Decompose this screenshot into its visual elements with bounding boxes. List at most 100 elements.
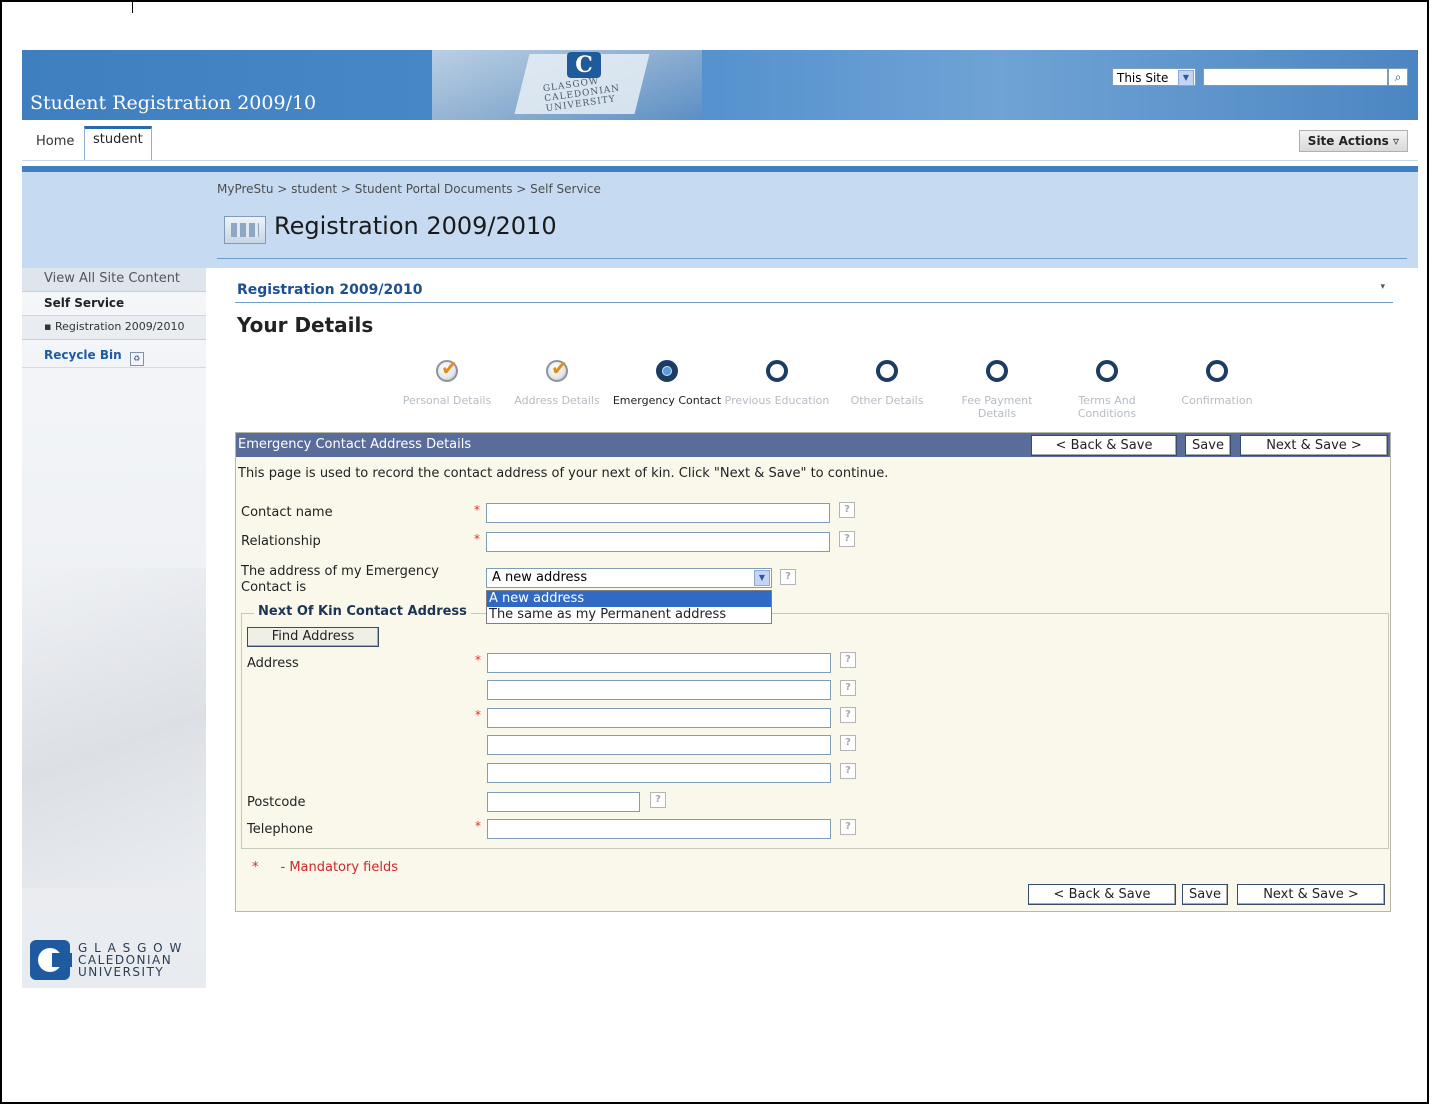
logo-text: G L A S G O W CALEDONIAN UNIVERSITY — [78, 942, 198, 978]
recycle-bin-label: Recycle Bin — [44, 348, 122, 362]
help-icon[interactable]: ? — [840, 763, 856, 779]
chevron-down-icon[interactable]: ▼ — [1178, 70, 1194, 86]
required-marker: * — [252, 860, 259, 875]
postcode-label: Postcode — [247, 795, 306, 810]
top-navigation: Home student Site Actions ▿ — [22, 122, 1418, 161]
site-title[interactable]: Student Registration 2009/10 — [30, 92, 316, 114]
dropdown-option-new-address[interactable]: A new address — [487, 591, 771, 607]
step-terms-and-conditions: Terms And Conditions — [1052, 360, 1162, 420]
search-input[interactable] — [1203, 68, 1388, 86]
form-instructions: This page is used to record the contact … — [238, 466, 889, 481]
dropdown-option-same-as-permanent[interactable]: The same as my Permanent address — [487, 607, 771, 623]
page-title: Registration 2009/2010 — [274, 212, 557, 240]
search-icon[interactable]: ⌕ — [1388, 68, 1408, 86]
help-icon[interactable]: ? — [780, 569, 796, 585]
address-line-3-field[interactable] — [487, 708, 831, 728]
address-line-1-field[interactable] — [487, 653, 831, 673]
step-pending-icon — [986, 360, 1008, 382]
view-all-site-content-link[interactable]: View All Site Content — [22, 268, 206, 292]
step-label: Confirmation — [1181, 394, 1253, 407]
required-marker: * — [474, 503, 480, 517]
help-icon[interactable]: ? — [840, 680, 856, 696]
step-complete-icon — [436, 356, 458, 382]
step-fee-payment-details: Fee Payment Details — [942, 360, 1052, 420]
contact-name-label: Contact name — [241, 505, 333, 520]
banner-image: C GLASGOW CALEDONIAN UNIVERSITY — [432, 50, 702, 120]
help-icon[interactable]: ? — [840, 819, 856, 835]
required-marker: * — [475, 819, 481, 833]
recycle-bin-icon: ♻ — [129, 352, 144, 366]
recycle-bin-link[interactable]: Recycle Bin ♻ — [22, 344, 206, 368]
address-line-5-field[interactable] — [487, 763, 831, 783]
step-other-details: Other Details — [832, 360, 942, 407]
back-save-button-top[interactable]: < Back & Save — [1031, 435, 1177, 456]
section-heading: Your Details — [237, 313, 374, 337]
logo-line-3: UNIVERSITY — [78, 965, 165, 979]
step-pending-icon — [766, 360, 788, 382]
webpart-menu-icon[interactable]: ▾ — [1380, 282, 1385, 292]
address-of-label-line-2: Contact is — [241, 580, 307, 595]
telephone-label: Telephone — [247, 822, 314, 837]
address-label: Address — [247, 656, 299, 671]
fieldset-legend: Next Of Kin Contact Address — [254, 604, 471, 619]
address-of-contact-select[interactable]: A new address ▼ — [486, 568, 772, 588]
required-marker: * — [475, 708, 481, 722]
help-icon[interactable]: ? — [840, 735, 856, 751]
step-complete-icon — [546, 356, 568, 382]
title-area: MyPreStu > student > Student Portal Docu… — [22, 172, 1418, 268]
emergency-contact-form: Emergency Contact Address Details < Back… — [235, 432, 1391, 912]
address-of-selected-value: A new address — [492, 570, 588, 585]
background-watermark — [22, 568, 206, 888]
webpart-title[interactable]: Registration 2009/2010 — [237, 282, 422, 298]
webpart-header: Registration 2009/2010 ▾ — [235, 282, 1393, 303]
logo-mark-icon — [30, 940, 72, 980]
title-divider — [217, 258, 1407, 259]
required-marker: * — [474, 532, 480, 546]
step-label: Fee Payment Details — [961, 394, 1033, 420]
step-personal-details: Personal Details — [392, 356, 502, 407]
step-current-icon — [656, 360, 678, 382]
contact-name-field[interactable] — [486, 503, 830, 523]
tab-home[interactable]: Home — [28, 130, 82, 160]
save-button-bottom[interactable]: Save — [1182, 884, 1228, 905]
quick-launch: View All Site Content Self Service ▪ Reg… — [22, 268, 206, 988]
site-banner: C GLASGOW CALEDONIAN UNIVERSITY Student … — [22, 50, 1418, 120]
form-header-title: Emergency Contact Address Details — [238, 437, 472, 452]
next-save-button-top[interactable]: Next & Save > — [1240, 435, 1388, 456]
step-emergency-contact: Emergency Contact — [612, 360, 722, 407]
step-pending-icon — [1206, 360, 1228, 382]
mandatory-fields-text: - Mandatory fields — [280, 860, 399, 875]
sign-logo: C — [567, 52, 601, 78]
find-address-button[interactable]: Find Address — [247, 627, 379, 647]
help-icon[interactable]: ? — [839, 502, 855, 518]
next-of-kin-address-group: Next Of Kin Contact Address Find Address… — [241, 604, 1389, 849]
next-save-button-bottom[interactable]: Next & Save > — [1237, 884, 1385, 905]
address-line-4-field[interactable] — [487, 735, 831, 755]
tab-student[interactable]: student — [84, 126, 152, 160]
help-icon[interactable]: ? — [650, 792, 666, 808]
site-actions-menu[interactable]: Site Actions ▿ — [1298, 130, 1408, 152]
telephone-field[interactable] — [487, 819, 831, 839]
address-of-label-line-1: The address of my Emergency — [241, 564, 439, 579]
relationship-label: Relationship — [241, 534, 321, 549]
help-icon[interactable]: ? — [840, 652, 856, 668]
breadcrumb[interactable]: MyPreStu > student > Student Portal Docu… — [217, 182, 601, 196]
relationship-field[interactable] — [486, 532, 830, 552]
postcode-field[interactable] — [487, 792, 640, 812]
search-scope-value: This Site — [1117, 71, 1169, 85]
help-icon[interactable]: ? — [839, 531, 855, 547]
step-pending-icon — [876, 360, 898, 382]
help-icon[interactable]: ? — [840, 707, 856, 723]
step-label: Address Details — [514, 394, 600, 407]
step-label: Other Details — [850, 394, 924, 407]
step-address-details: Address Details — [502, 356, 612, 407]
back-save-button-bottom[interactable]: < Back & Save — [1028, 884, 1176, 905]
sidebar-section-self-service[interactable]: Self Service — [22, 292, 206, 316]
address-of-contact-label: The address of my Emergency Contact is — [241, 564, 439, 596]
frame-divider — [132, 0, 133, 13]
save-button-top[interactable]: Save — [1185, 435, 1231, 456]
sidebar-item-registration[interactable]: ▪ Registration 2009/2010 — [22, 316, 206, 340]
search-scope-select[interactable]: This Site ▼ — [1112, 68, 1196, 86]
address-line-2-field[interactable] — [487, 680, 831, 700]
chevron-down-icon[interactable]: ▼ — [754, 570, 770, 586]
